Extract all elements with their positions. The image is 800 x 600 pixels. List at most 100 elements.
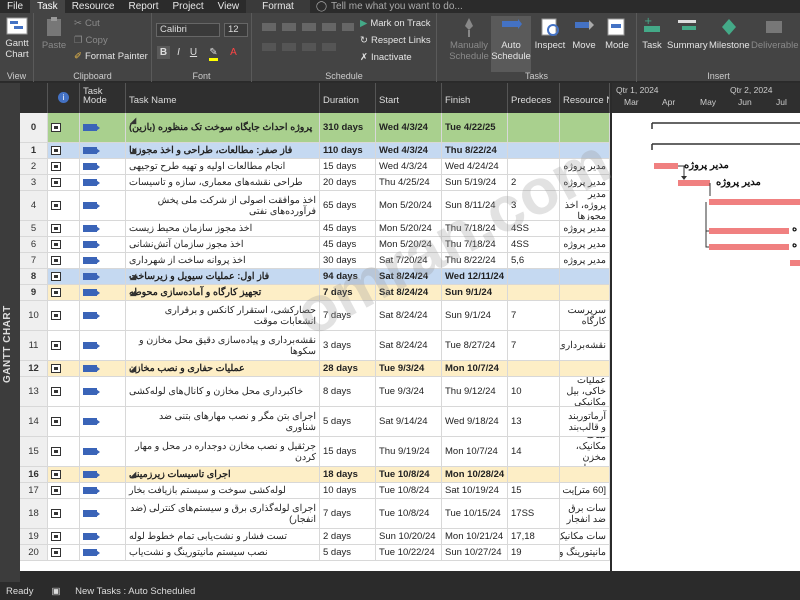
cell-pred[interactable] [508, 113, 560, 142]
task-mode-cell[interactable] [80, 175, 126, 190]
cell-finish[interactable]: Thu 8/22/24 [442, 143, 508, 158]
table-row[interactable]: 0 پروژه احداث جایگاه سوخت تک منظوره (بازی… [20, 113, 610, 143]
cell-finish[interactable]: Mon 10/7/24 [442, 361, 508, 376]
cell-dur[interactable]: 18 days [320, 467, 376, 482]
cell-finish[interactable]: Wed 12/11/24 [442, 269, 508, 284]
table-row[interactable]: 4 اخذ موافقت اصولی از شرکت ملی پخش فرآورد… [20, 191, 610, 221]
cell-dur[interactable]: 5 days [320, 545, 376, 560]
cell-id[interactable]: 17 [20, 483, 48, 498]
cell-start[interactable]: Sat 8/24/24 [376, 285, 442, 300]
table-row[interactable]: 16 اجرای تاسیسات زیرزمینی 18 days Tue 10/8/… [20, 467, 610, 483]
cell-res[interactable]: سرپرست کارگاه [560, 301, 610, 330]
cell-finish[interactable]: Sun 9/1/24 [442, 285, 508, 300]
table-row[interactable]: 9 تجهیز کارگاه و آماده‌سازی محوطه 7 days Sa… [20, 285, 610, 301]
task-button[interactable]: + Task [639, 16, 665, 51]
font-color-icon[interactable]: A [227, 46, 240, 59]
cell-start[interactable]: Sat 8/24/24 [376, 269, 442, 284]
italic-button[interactable]: I [172, 46, 185, 59]
task-indicator-icon[interactable] [48, 407, 80, 436]
manually-schedule-button[interactable]: Manually Schedule [447, 16, 491, 62]
table-row[interactable]: 11 نقشه‌برداری و پیاده‌سازی دقیق محل مخاز… [20, 331, 610, 361]
cell-start[interactable]: Sat 9/14/24 [376, 407, 442, 436]
task-mode-cell[interactable] [80, 467, 126, 482]
task-indicator-icon[interactable] [48, 529, 80, 544]
menu-project[interactable]: Project [166, 0, 211, 13]
cell-dur[interactable]: 45 days [320, 221, 376, 236]
cell-start[interactable]: Mon 5/20/24 [376, 221, 442, 236]
menu-task[interactable]: Task [30, 0, 65, 13]
cell-name[interactable]: فاز اول: عملیات سیویل و زیرساخت [126, 269, 320, 284]
cell-id[interactable]: 12 [20, 361, 48, 376]
cell-dur[interactable]: 7 days [320, 285, 376, 300]
cell-pred[interactable] [508, 269, 560, 284]
cell-name[interactable]: پروژه احداث جایگاه سوخت تک منظوره (بازین… [126, 113, 320, 142]
cell-pred[interactable]: 3 [508, 191, 560, 220]
cell-pred[interactable]: 17SS [508, 499, 560, 528]
cell-finish[interactable]: Thu 7/18/24 [442, 221, 508, 236]
table-row[interactable]: 14 اجرای بتن مگر و نصب مهارهای بتنی ضد شن… [20, 407, 610, 437]
cell-pred[interactable] [508, 159, 560, 174]
cell-finish[interactable]: Tue 10/15/24 [442, 499, 508, 528]
cell-start[interactable]: Tue 10/8/24 [376, 467, 442, 482]
cell-name[interactable]: لوله‌کشی سوخت و سیستم بازیافت بخار [126, 483, 320, 498]
table-row[interactable]: 1 فاز صفر: مطالعات، طراحی و اخذ مجوزها 110… [20, 143, 610, 159]
cell-res[interactable]: سات مکانیک، مخزن دوجداره [560, 437, 610, 466]
task-mode-cell[interactable] [80, 437, 126, 466]
task-mode-cell[interactable] [80, 159, 126, 174]
cell-finish[interactable]: Thu 8/22/24 [442, 253, 508, 268]
cell-dur[interactable]: 65 days [320, 191, 376, 220]
task-indicator-icon[interactable] [48, 191, 80, 220]
cell-res[interactable]: مدیر پروژه [560, 237, 610, 252]
cell-dur[interactable]: 15 days [320, 437, 376, 466]
cell-res[interactable] [560, 269, 610, 284]
cell-res[interactable]: [60 متر]یت [560, 483, 610, 498]
cell-name[interactable]: اجرای بتن مگر و نصب مهارهای بتنی ضد شناو… [126, 407, 320, 436]
cell-start[interactable]: Tue 9/3/24 [376, 377, 442, 406]
task-indicator-icon[interactable] [48, 377, 80, 406]
cell-pred[interactable] [508, 361, 560, 376]
cell-pred[interactable]: 13 [508, 407, 560, 436]
tell-me-box[interactable]: ◯ Tell me what you want to do... [310, 0, 470, 13]
cell-name[interactable]: اخذ مجوز سازمان آتش‌نشانی [126, 237, 320, 252]
cell-id[interactable]: 11 [20, 331, 48, 360]
cell-res[interactable] [560, 361, 610, 376]
table-row[interactable]: 20 نصب سیستم مانیتورینگ و نشت‌یاب 5 days Tu… [20, 545, 610, 561]
cell-id[interactable]: 8 [20, 269, 48, 284]
cell-start[interactable]: Thu 9/19/24 [376, 437, 442, 466]
cell-start[interactable]: Wed 4/3/24 [376, 113, 442, 142]
task-mode-cell[interactable] [80, 113, 126, 142]
cell-pred[interactable]: 5,6 [508, 253, 560, 268]
cell-id[interactable]: 9 [20, 285, 48, 300]
table-row[interactable]: 10 حصارکشی، استقرار کانکس و برقراری انشعا… [20, 301, 610, 331]
table-row[interactable]: 8 فاز اول: عملیات سیویل و زیرساخت 94 days S… [20, 269, 610, 285]
cell-dur[interactable]: 110 days [320, 143, 376, 158]
cell-id[interactable]: 7 [20, 253, 48, 268]
cell-start[interactable]: Sat 8/24/24 [376, 331, 442, 360]
font-size-select[interactable]: 12 [224, 23, 248, 37]
cell-name[interactable]: خاکبرداری محل مخازن و کانال‌های لوله‌کشی [126, 377, 320, 406]
cell-finish[interactable]: Mon 10/7/24 [442, 437, 508, 466]
cell-pred[interactable]: 7 [508, 301, 560, 330]
cell-finish[interactable]: Sun 5/19/24 [442, 175, 508, 190]
new-tasks-status[interactable]: ▣ New Tasks : Auto Scheduled [39, 586, 207, 597]
task-indicator-icon[interactable] [48, 467, 80, 482]
task-mode-cell[interactable] [80, 483, 126, 498]
task-mode-cell[interactable] [80, 545, 126, 560]
header-task-mode[interactable]: Task Mode [80, 83, 126, 113]
collapse-icon[interactable]: ◢ [130, 470, 136, 479]
header-duration[interactable]: Duration [320, 83, 376, 113]
cell-id[interactable]: 6 [20, 237, 48, 252]
task-mode-cell[interactable] [80, 407, 126, 436]
header-resource-names[interactable]: Resource N [560, 83, 610, 113]
cell-name[interactable]: اخذ مجوز سازمان محیط زیست [126, 221, 320, 236]
cell-dur[interactable]: 45 days [320, 237, 376, 252]
menu-report[interactable]: Report [122, 0, 166, 13]
cell-pred[interactable]: 7 [508, 331, 560, 360]
cell-res[interactable]: نقشه‌برداری [560, 331, 610, 360]
task-indicator-icon[interactable] [48, 253, 80, 268]
task-indicator-icon[interactable] [48, 237, 80, 252]
task-mode-cell[interactable] [80, 253, 126, 268]
cell-id[interactable]: 13 [20, 377, 48, 406]
task-mode-cell[interactable] [80, 269, 126, 284]
font-name-select[interactable]: Calibri [156, 23, 220, 37]
